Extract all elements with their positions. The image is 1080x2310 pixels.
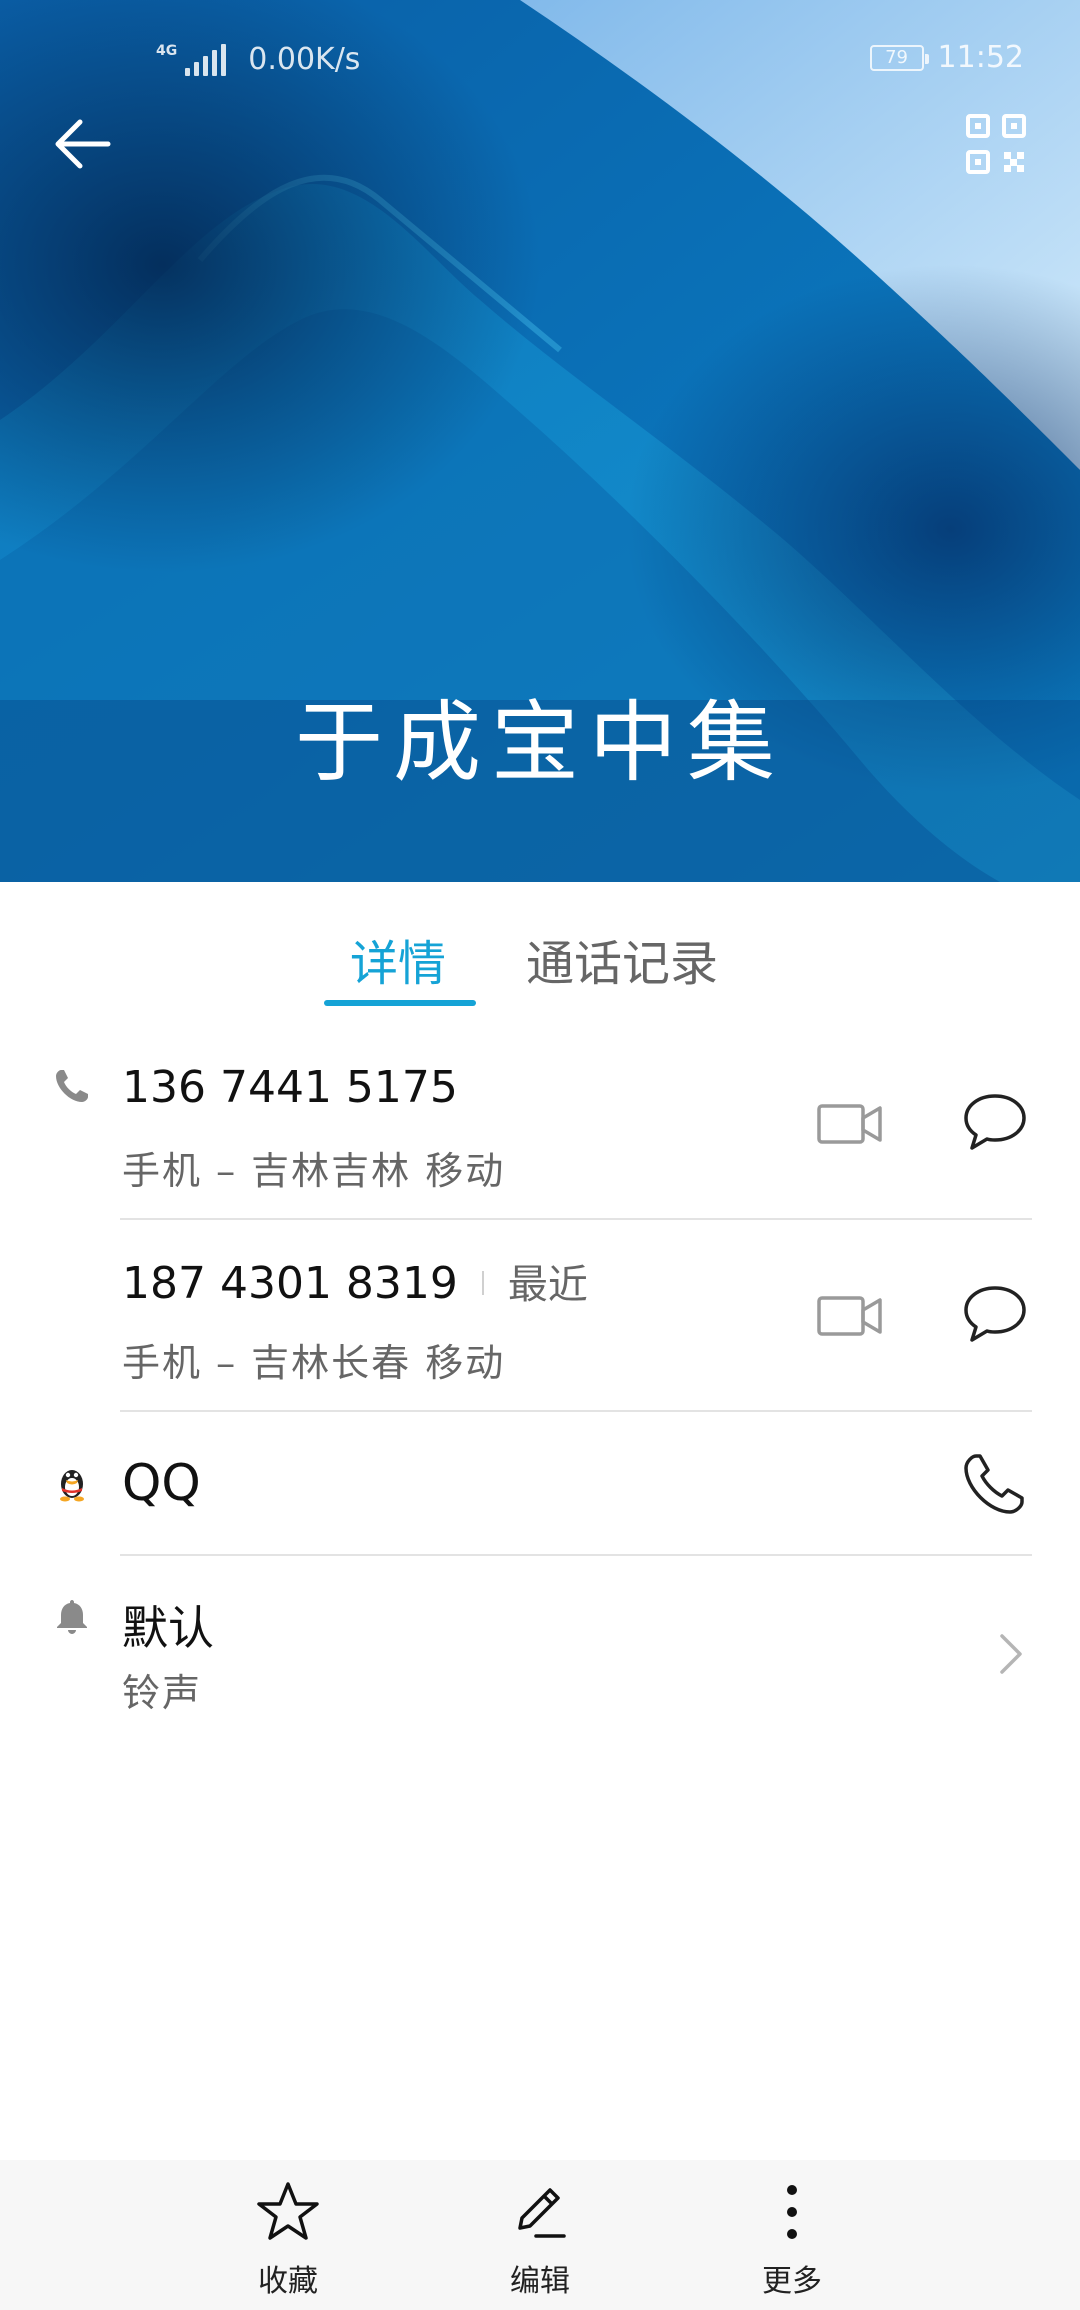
tab-bar: 详情 通话记录 [0, 882, 1080, 1010]
qr-code-button[interactable] [964, 112, 1028, 176]
favorite-label: 收藏 [258, 2264, 318, 2299]
bottom-action-bar: 收藏 编辑 更多 [0, 2160, 1080, 2310]
star-icon [257, 2182, 319, 2240]
arrow-left-icon [55, 119, 111, 169]
phone-number[interactable]: 136 7441 5175 [122, 1062, 458, 1113]
phone-icon [56, 1070, 88, 1102]
call-icon[interactable] [962, 1452, 1026, 1516]
status-time: 11:52 [937, 40, 1024, 75]
video-call-icon[interactable] [816, 1100, 884, 1148]
ringtone-value: 默认 [122, 1601, 214, 1655]
tab-active-indicator [324, 1000, 476, 1006]
contact-header: 4G 0.00K/s 79 11:52 于成宝中集 [0, 0, 1080, 882]
edit-label: 编辑 [510, 2264, 570, 2299]
network-type: 4G [156, 42, 178, 59]
contact-name: 于成宝中集 [294, 691, 785, 794]
more-label: 更多 [762, 2264, 822, 2299]
phone-number-line: 187 4301 8319 最近 [122, 1252, 588, 1310]
message-icon[interactable] [962, 1092, 1028, 1152]
edit-button[interactable]: 编辑 [470, 2180, 610, 2300]
bell-icon [57, 1600, 87, 1634]
favorite-button[interactable]: 收藏 [218, 2180, 358, 2300]
phone-number[interactable]: 187 4301 8319 [122, 1258, 458, 1309]
qr-code-icon [966, 114, 1026, 174]
phone-row-2[interactable]: 187 4301 8319 最近 手机 – 吉林长春 移动 [0, 1220, 1080, 1412]
battery-level: 79 [885, 47, 908, 68]
tab-call-log[interactable]: 通话记录 [526, 924, 718, 994]
qq-penguin-icon [60, 1470, 84, 1502]
pencil-icon [518, 2188, 566, 2238]
recent-badge: 最近 [507, 1262, 588, 1308]
tab-details[interactable]: 详情 [350, 924, 446, 994]
more-button[interactable]: 更多 [722, 2180, 862, 2300]
qq-label: QQ [122, 1454, 201, 1512]
phone-detail: 手机 – 吉林吉林 移动 [122, 1149, 506, 1193]
phone-row-1[interactable]: 136 7441 5175 手机 – 吉林吉林 移动 [0, 1030, 1080, 1220]
more-vertical-icon [787, 2185, 797, 2239]
ringtone-row[interactable]: 默认 铃声 [0, 1556, 1080, 1736]
battery-icon: 79 [869, 44, 929, 71]
network-speed: 0.00K/s [248, 42, 361, 77]
ringtone-label: 铃声 [122, 1671, 203, 1715]
phone-detail: 手机 – 吉林长春 移动 [122, 1341, 506, 1385]
back-button[interactable] [48, 108, 120, 180]
signal-icon: 4G [156, 42, 227, 76]
status-bar: 4G 0.00K/s 79 11:52 [0, 0, 1080, 120]
qq-row[interactable]: QQ [0, 1412, 1080, 1556]
separator [481, 1271, 484, 1295]
chevron-right-icon [1000, 1634, 1022, 1674]
message-icon[interactable] [962, 1284, 1028, 1344]
video-call-icon[interactable] [816, 1292, 884, 1340]
